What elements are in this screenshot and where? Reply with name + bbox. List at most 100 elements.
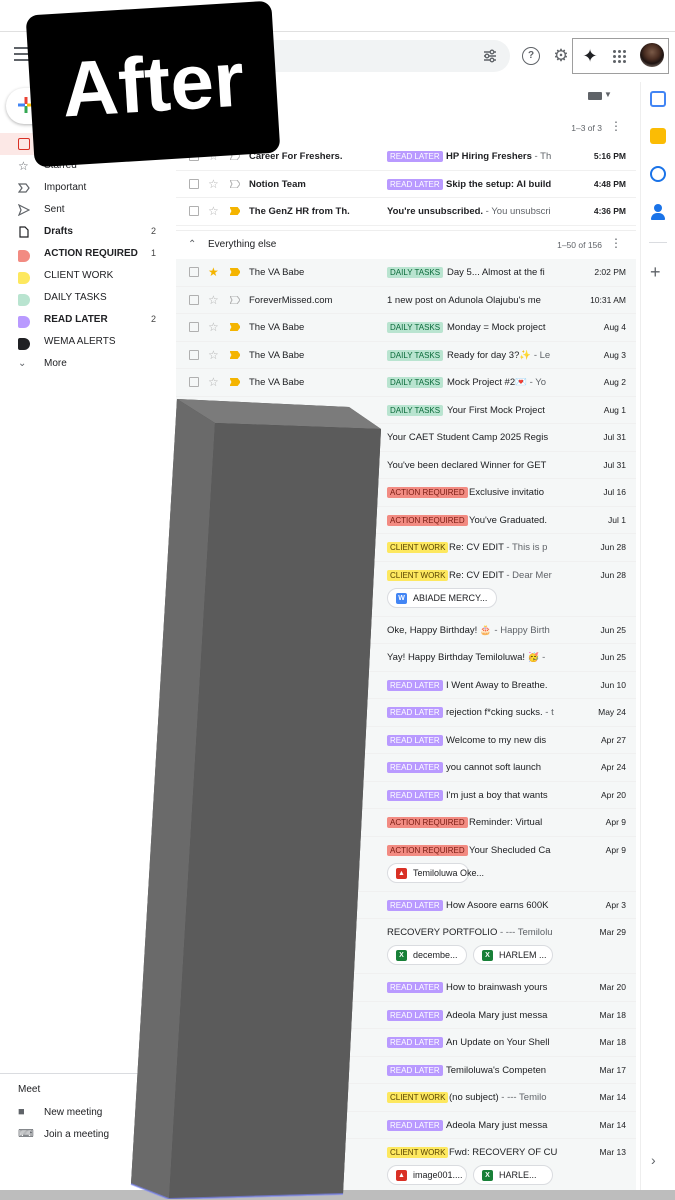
attachment-chip[interactable]: W ABIADE MERCY... — [387, 587, 497, 608]
important-marker-icon[interactable] — [230, 207, 240, 215]
attachment-chip[interactable]: ▲ Temiloluwa Oke... — [387, 862, 484, 883]
star-icon[interactable]: ☆ — [208, 320, 219, 334]
label-chip[interactable]: READ LATER — [387, 679, 443, 691]
label-chip[interactable]: DAILY TASKS — [387, 267, 444, 278]
email-date: Aug 3 — [603, 349, 626, 360]
sidebar-item-client-work[interactable]: CLIENT WORK — [0, 265, 170, 287]
attachment-name: Temiloluwa Oke... — [413, 867, 485, 878]
label-chip[interactable]: READ LATER — [387, 734, 443, 746]
calendar-icon[interactable] — [650, 91, 666, 107]
section-header-everything-else[interactable]: ⌃ Everything else 1–50 of 156 ⋮ — [176, 230, 636, 258]
email-subject: Day 5... Almost at the fi — [447, 267, 581, 278]
label-chip[interactable]: DAILY TASKS — [387, 404, 444, 416]
label-chip[interactable]: READ LATER — [387, 899, 443, 911]
email-row[interactable]: ☆ The VA Babe DAILY TASKS Mock Project #2💌 … — [176, 369, 636, 397]
label-chip[interactable]: CLIENT WORK — [387, 1092, 449, 1103]
label-chip[interactable]: READ LATER — [387, 151, 443, 162]
email-row[interactable]: ☆ The GenZ HR from Th. You're unsubscribed… — [176, 198, 636, 226]
label-chip[interactable]: ACTION REQUIRED — [387, 487, 468, 498]
add-icon[interactable]: + — [650, 263, 661, 281]
keyboard-icon[interactable] — [588, 92, 602, 100]
important-marker-icon[interactable] — [230, 295, 240, 304]
checkbox[interactable] — [189, 178, 199, 189]
sidebar-item-count: 1 — [150, 248, 156, 258]
label-chip[interactable]: READ LATER — [387, 178, 443, 190]
subject-text: HP Hiring Freshers — [446, 151, 532, 162]
label-chip[interactable]: ACTION REQUIRED — [387, 514, 468, 526]
label-chip[interactable]: READ LATER — [387, 1037, 443, 1048]
chevron-right-icon[interactable]: › — [651, 1152, 656, 1168]
sidebar-item-important[interactable]: Important — [0, 177, 170, 199]
chevron-up-icon[interactable]: ⌃ — [188, 239, 196, 250]
star-icon[interactable]: ☆ — [208, 375, 219, 389]
section-title: Everything else — [208, 239, 277, 250]
email-row[interactable]: ★ The VA Babe DAILY TASKS Day 5... Almost a… — [176, 259, 636, 287]
keep-icon[interactable] — [650, 128, 666, 144]
email-date: Apr 9 — [605, 844, 626, 855]
label-chip[interactable]: READ LATER — [387, 762, 443, 773]
email-subject: Reminder: Virtual — [469, 817, 581, 828]
more-vert-icon[interactable]: ⋮ — [610, 119, 622, 133]
word-doc-icon: W — [396, 592, 407, 604]
email-date: Mar 14 — [599, 1092, 626, 1102]
star-icon[interactable]: ☆ — [208, 348, 219, 362]
important-marker-icon[interactable] — [230, 378, 240, 386]
label-chip[interactable]: CLIENT WORK — [387, 1147, 449, 1158]
sidebar-item-more[interactable]: ⌄ More — [0, 353, 170, 375]
important-marker-icon[interactable] — [230, 323, 240, 331]
important-marker-icon[interactable] — [230, 268, 240, 276]
checkbox[interactable] — [189, 267, 199, 277]
star-icon[interactable]: ☆ — [208, 293, 219, 307]
important-marker-icon[interactable] — [230, 179, 240, 188]
sidebar-item-daily-tasks[interactable]: DAILY TASKS — [0, 287, 170, 309]
checkbox[interactable] — [189, 294, 199, 305]
subject-text: Adeola Mary just messa — [446, 1119, 548, 1131]
email-row[interactable]: ☆ The VA Babe DAILY TASKS Monday = Mock pro… — [176, 314, 636, 342]
label-chip[interactable]: DAILY TASKS — [387, 322, 444, 333]
label-chip[interactable]: READ LATER — [387, 982, 443, 993]
label-chip[interactable]: READ LATER — [387, 1119, 443, 1131]
label-chip[interactable]: READ LATER — [387, 707, 443, 718]
label-chip[interactable]: ACTION REQUIRED — [387, 844, 468, 856]
checkbox[interactable] — [189, 349, 199, 360]
subject-text: An Update on Your Shell — [446, 1037, 550, 1048]
email-date: 4:48 PM — [593, 178, 626, 189]
tasks-icon[interactable] — [650, 166, 666, 182]
email-row[interactable]: ☆ The VA Babe DAILY TASKS Ready for day 3?✨… — [176, 341, 636, 369]
checkbox[interactable] — [189, 206, 199, 216]
label-chip[interactable]: CLIENT WORK — [387, 569, 449, 581]
help-icon[interactable]: ? — [522, 47, 540, 65]
caret-down-icon[interactable]: ▼ — [604, 90, 612, 99]
attachment-chip[interactable]: ▲ image001.... — [387, 1165, 467, 1185]
important-marker-icon[interactable] — [230, 350, 240, 359]
settings-icon[interactable]: ⚙ — [552, 47, 570, 65]
email-row[interactable]: ☆ ForeverMissed.com 1 new post on Adunola … — [176, 286, 636, 314]
sidebar-item-read-later[interactable]: READ LATER 2 — [0, 309, 170, 331]
label-chip[interactable]: DAILY TASKS — [387, 349, 444, 361]
label-chip[interactable]: READ LATER — [387, 789, 443, 801]
more-vert-icon[interactable]: ⋮ — [610, 236, 622, 250]
sidebar-item-drafts[interactable]: Drafts 2 — [0, 221, 170, 243]
label-chip[interactable]: CLIENT WORK — [387, 542, 449, 553]
star-icon[interactable]: ☆ — [208, 204, 219, 218]
label-chip[interactable]: READ LATER — [387, 1064, 443, 1076]
filter-icon[interactable] — [482, 48, 498, 64]
snippet-text: - --- Temilolu — [497, 927, 553, 938]
sidebar-item-action-required[interactable]: ACTION REQUIRED 1 — [0, 243, 170, 265]
star-icon[interactable]: ☆ — [208, 177, 219, 191]
attachment-chip[interactable]: X HARLE... — [473, 1165, 553, 1185]
star-icon[interactable]: ★ — [208, 265, 219, 279]
label-chip[interactable]: READ LATER — [387, 1009, 443, 1021]
checkbox[interactable] — [189, 377, 199, 387]
label-chip[interactable]: ACTION REQUIRED — [387, 817, 468, 828]
email-row[interactable]: ☆ Notion Team READ LATER Skip the setup: AI… — [176, 170, 636, 198]
subject-text: Welcome to my new dis — [446, 734, 547, 746]
attachment-chip[interactable]: Xdecembe... — [387, 945, 467, 965]
sidebar-item-sent[interactable]: Sent — [0, 199, 170, 221]
label-chip[interactable]: DAILY TASKS — [387, 377, 444, 388]
contacts-icon[interactable] — [650, 204, 666, 220]
checkbox[interactable] — [189, 322, 199, 332]
attachment-chip[interactable]: X HARLEM ... — [473, 945, 553, 965]
sidebar-item-wema-alerts[interactable]: WEMA ALERTS — [0, 331, 170, 353]
email-date: Apr 9 — [605, 817, 626, 827]
